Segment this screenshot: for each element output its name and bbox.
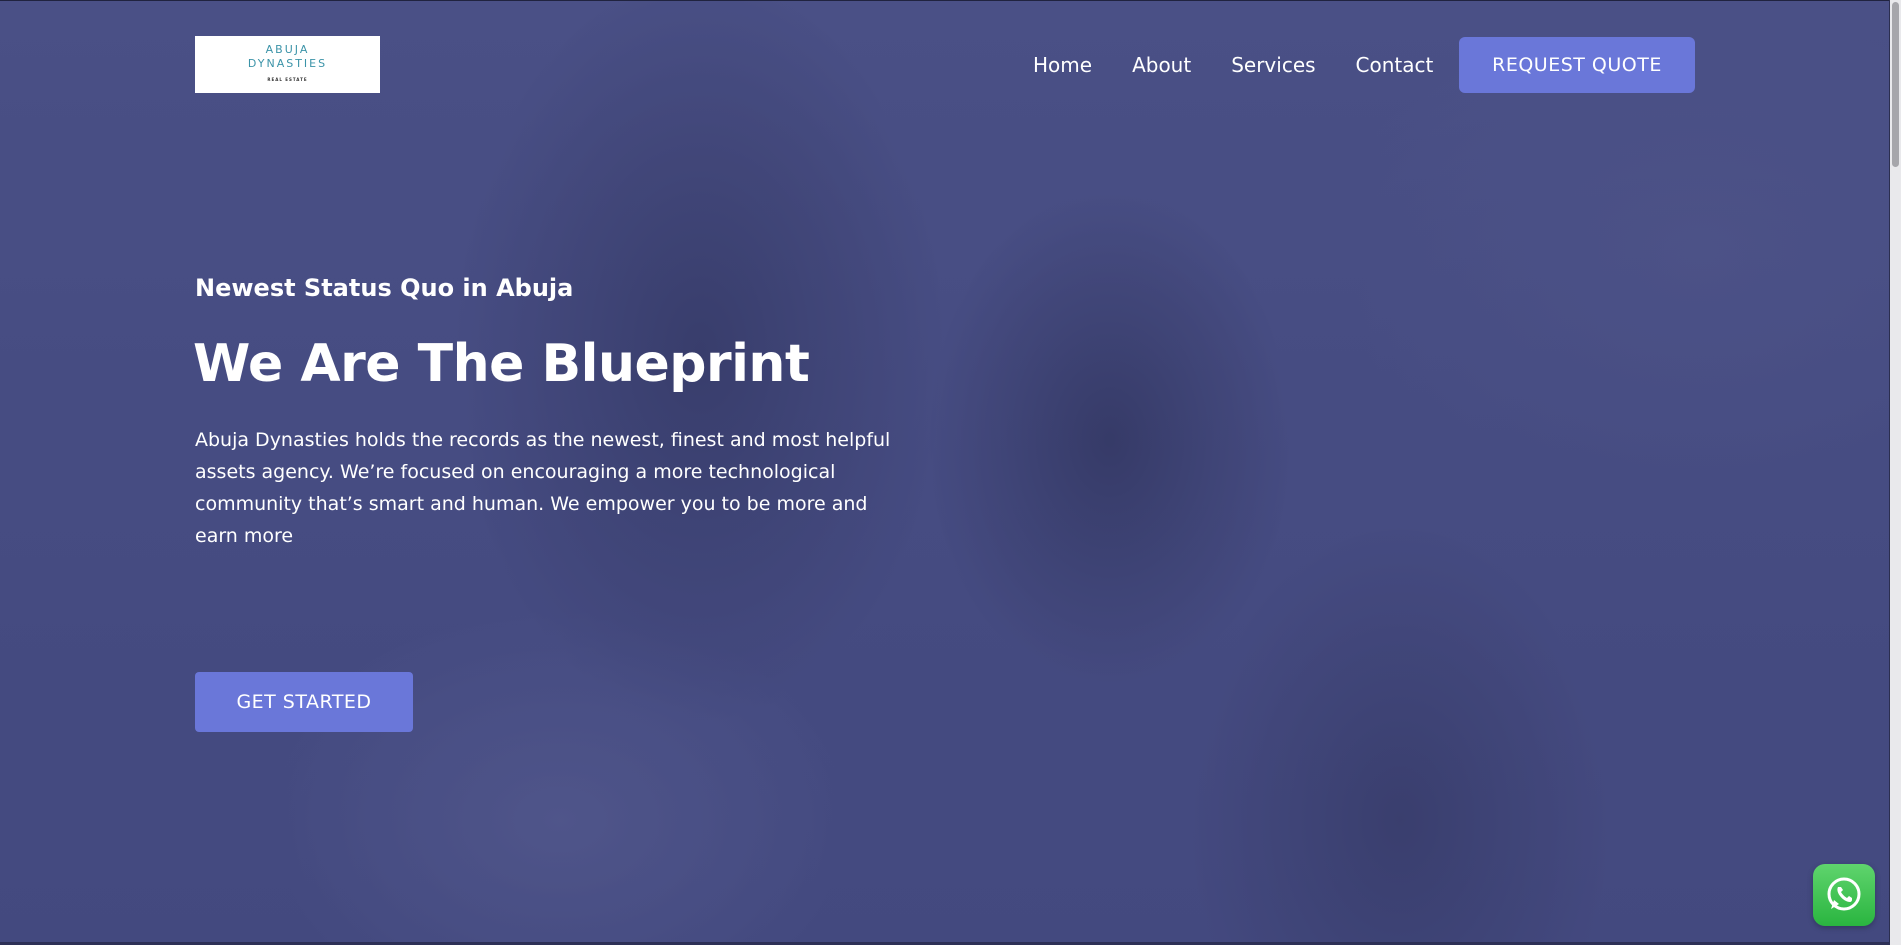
whatsapp-chat-button[interactable] — [1813, 864, 1875, 926]
hero-title: We Are The Blueprint — [193, 334, 810, 394]
page-scrollbar[interactable] — [1890, 0, 1901, 945]
nav-link-home[interactable]: Home — [1033, 50, 1092, 80]
logo-tagline: REAL ESTATE — [267, 77, 308, 82]
main-nav: Home About Services Contact — [1033, 50, 1473, 80]
logo-line-1: ABUJA — [265, 43, 310, 56]
site-logo[interactable]: ABUJA DYNASTIES REAL ESTATE — [195, 36, 380, 93]
hero-eyebrow: Newest Status Quo in Abuja — [195, 274, 574, 302]
nav-link-contact[interactable]: Contact — [1356, 50, 1434, 80]
nav-link-services[interactable]: Services — [1231, 50, 1315, 80]
logo-line-2: DYNASTIES — [247, 57, 328, 70]
scrollbar-thumb[interactable] — [1892, 2, 1899, 167]
whatsapp-icon — [1827, 877, 1861, 911]
request-quote-button[interactable]: REQUEST QUOTE — [1459, 37, 1695, 93]
hero-description: Abuja Dynasties holds the records as the… — [195, 429, 891, 547]
get-started-button[interactable]: GET STARTED — [195, 672, 413, 732]
nav-link-about[interactable]: About — [1132, 50, 1191, 80]
top-border — [0, 0, 1901, 1]
page: ABUJA DYNASTIES REAL ESTATE Home About S… — [0, 0, 1901, 945]
